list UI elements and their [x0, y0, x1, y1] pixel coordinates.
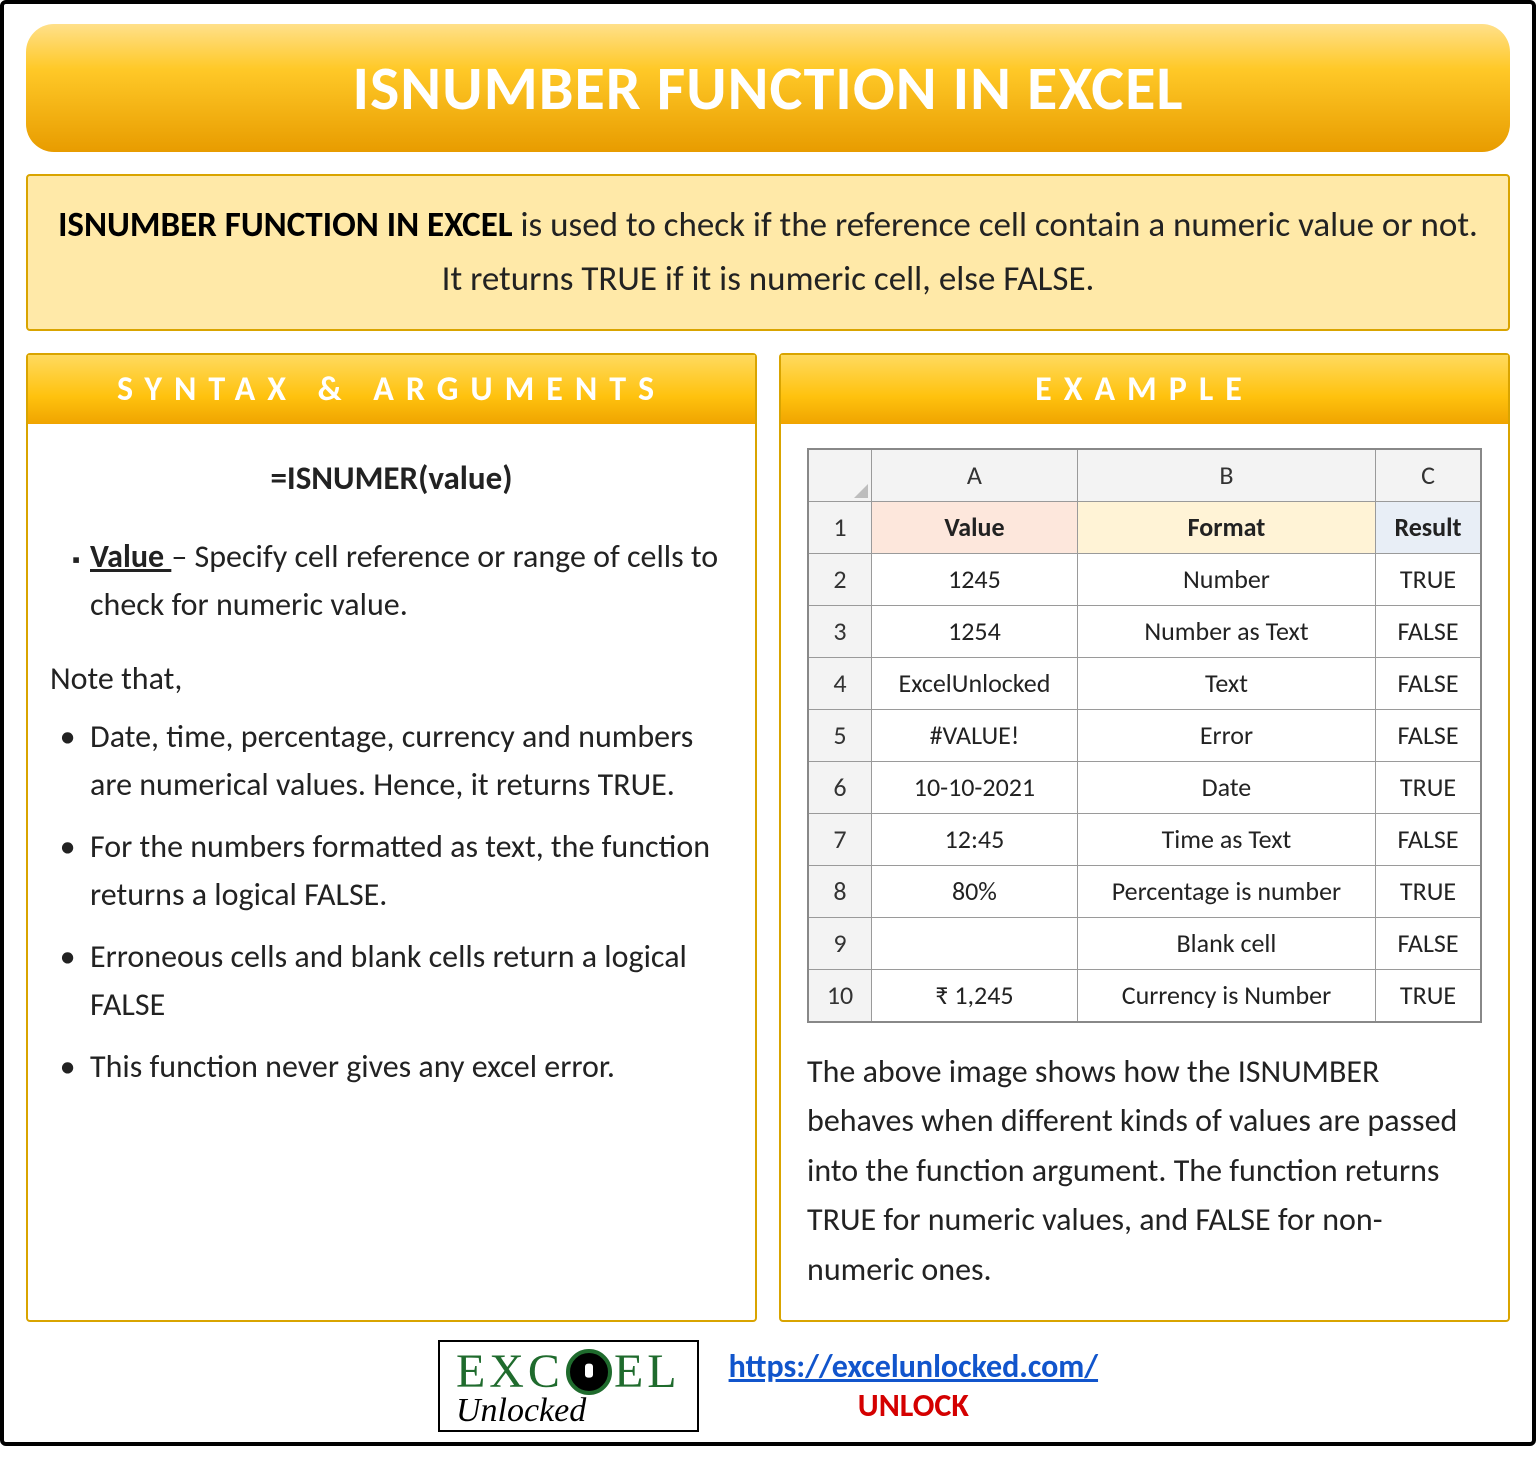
table-row: 31254Number as TextFALSE [808, 605, 1481, 657]
table-row: 5#VALUE!ErrorFALSE [808, 709, 1481, 761]
footer: EXC EL Unlocked https://excelunlocked.co… [26, 1340, 1510, 1432]
col-letter-c: C [1376, 449, 1482, 502]
row-num: 1 [808, 501, 872, 553]
footer-url[interactable]: https://excelunlocked.com/ [729, 1347, 1098, 1386]
logo-text-right: EL [614, 1348, 681, 1396]
col-letter-a: A [872, 449, 1078, 502]
table-row: 9Blank cellFALSE [808, 917, 1481, 969]
notes-list: Date, time, percentage, currency and num… [54, 713, 729, 1091]
logo: EXC EL Unlocked [438, 1340, 699, 1432]
note-item: For the numbers formatted as text, the f… [90, 823, 729, 919]
argument-name: Value [90, 537, 171, 576]
columns: SYNTAX & ARGUMENTS =ISNUMER(value) Value… [26, 353, 1510, 1323]
note-item: This function never gives any excel erro… [90, 1043, 729, 1091]
description-rest: is used to check if the reference cell c… [442, 204, 1478, 300]
table-letter-row: A B C [808, 449, 1481, 502]
syntax-header: SYNTAX & ARGUMENTS [28, 355, 755, 424]
col-letter-b: B [1077, 449, 1375, 502]
table-row: 4ExcelUnlockedTextFALSE [808, 657, 1481, 709]
note-item: Erroneous cells and blank cells return a… [90, 933, 729, 1029]
header-value: Value [872, 501, 1078, 553]
example-table: A B C 1 Value Format Result 21245NumberT… [807, 448, 1482, 1023]
footer-links: https://excelunlocked.com/ UNLOCK [729, 1347, 1098, 1425]
syntax-column: SYNTAX & ARGUMENTS =ISNUMER(value) Value… [26, 353, 757, 1323]
table-row: 10₹ 1,245Currency is NumberTRUE [808, 969, 1481, 1022]
description-box: ISNUMBER FUNCTION IN EXCEL is used to ch… [26, 174, 1510, 331]
table-row: 880%Percentage is numberTRUE [808, 865, 1481, 917]
logo-text-left: EXC [456, 1348, 564, 1396]
argument-list: Value – Specify cell reference or range … [54, 533, 729, 629]
argument-desc: – Specify cell reference or range of cel… [90, 537, 718, 624]
example-header: EXAMPLE [781, 355, 1508, 424]
table-corner [808, 449, 872, 502]
footer-unlock: UNLOCK [729, 1386, 1098, 1425]
table-header-row: 1 Value Format Result [808, 501, 1481, 553]
description-lead: ISNUMBER FUNCTION IN EXCEL [58, 204, 513, 246]
keyhole-icon [566, 1349, 612, 1395]
logo-bottom: Unlocked [456, 1394, 681, 1428]
syntax-formula: =ISNUMER(value) [54, 454, 729, 504]
logo-top: EXC EL [456, 1348, 681, 1396]
note-item: Date, time, percentage, currency and num… [90, 713, 729, 809]
table-row: 610-10-2021DateTRUE [808, 761, 1481, 813]
example-body: A B C 1 Value Format Result 21245NumberT… [781, 424, 1508, 1321]
table-row: 21245NumberTRUE [808, 553, 1481, 605]
table-row: 712:45Time as TextFALSE [808, 813, 1481, 865]
page-title: ISNUMBER FUNCTION IN EXCEL [26, 24, 1510, 152]
page-container: ISNUMBER FUNCTION IN EXCEL ISNUMBER FUNC… [0, 0, 1536, 1446]
header-format: Format [1077, 501, 1375, 553]
example-caption: The above image shows how the ISNUMBER b… [807, 1047, 1482, 1295]
example-column: EXAMPLE A B C 1 Value Format Result [779, 353, 1510, 1323]
header-result: Result [1376, 501, 1482, 553]
note-heading: Note that, [50, 655, 729, 703]
argument-item: Value – Specify cell reference or range … [90, 533, 729, 629]
syntax-body: =ISNUMER(value) Value – Specify cell ref… [28, 424, 755, 1321]
